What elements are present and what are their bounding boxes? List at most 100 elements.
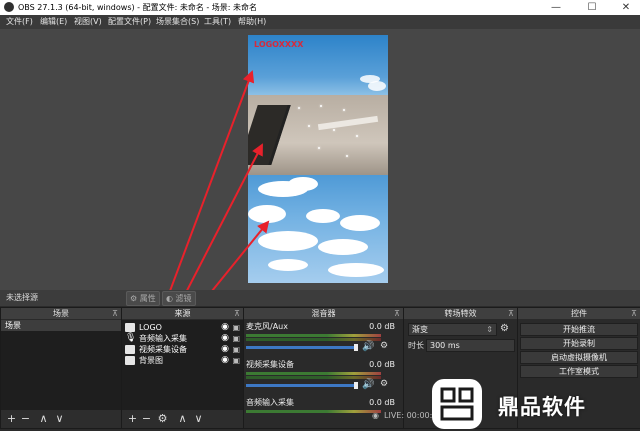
microphone-icon: 🎙	[125, 333, 137, 343]
source-item-background[interactable]: 背景图 ◉ ▣	[124, 355, 241, 366]
mixer-header: 混音器 ⊼	[244, 308, 403, 319]
channel-name: 麦克风/Aux	[246, 322, 288, 331]
title-bar: OBS 27.1.3 (64-bit, windows) - 配置文件: 未命名…	[0, 0, 640, 15]
add-icon[interactable]: +	[5, 411, 18, 426]
channel-name: 视频采集设备	[246, 360, 294, 369]
watermark: 鼎品软件	[432, 379, 640, 429]
image-icon	[125, 323, 135, 332]
gear-icon[interactable]: ⚙	[156, 411, 169, 426]
channel-db: 0.0 dB	[369, 398, 395, 407]
duration-label: 时长	[408, 341, 424, 350]
menu-tools[interactable]: 工具(T)	[204, 16, 231, 28]
watermark-text: 鼎品软件	[498, 395, 586, 419]
menu-scene-collection[interactable]: 场景集合(S)	[156, 16, 199, 28]
start-streaming-button[interactable]: 开始推流	[520, 323, 638, 336]
lock-icon[interactable]: ▣	[232, 333, 240, 344]
gear-icon[interactable]: ⚙	[500, 323, 509, 334]
remove-icon[interactable]: −	[140, 411, 153, 426]
sources-panel: 来源 ⊼ LOGO ◉ ▣ 🎙 音频输入采集 ◉ ▣ 视频采集设备 ◉ ▣ 背景图…	[121, 307, 244, 429]
gear-icon: ⚙	[130, 294, 138, 303]
mixer-channel-mic: 麦克风/Aux 0.0 dB	[244, 322, 403, 332]
mixer-channel-video: 视频采集设备 0.0 dB	[244, 360, 403, 370]
properties-button[interactable]: ⚙ 属性	[126, 291, 160, 306]
minimize-button[interactable]: —	[544, 0, 568, 15]
move-down-icon[interactable]: ∨	[53, 411, 66, 426]
volume-meter	[246, 410, 381, 413]
add-icon[interactable]: +	[126, 411, 139, 426]
close-button[interactable]: ✕	[614, 0, 638, 15]
lock-icon[interactable]: ▣	[232, 322, 240, 333]
move-up-icon[interactable]: ∧	[176, 411, 189, 426]
dock-pin-icon[interactable]: ⊼	[394, 308, 400, 319]
remove-icon[interactable]: −	[19, 411, 32, 426]
channel-db: 0.0 dB	[369, 322, 395, 331]
volume-slider-knob[interactable]	[354, 344, 358, 351]
gear-icon[interactable]: ⚙	[380, 379, 388, 389]
transition-select[interactable]: 渐变 ⇕	[408, 323, 497, 336]
visibility-eye-icon[interactable]: ◉	[221, 322, 229, 333]
menu-view[interactable]: 视图(V)	[74, 16, 102, 28]
controls-header: 控件 ⊼	[518, 308, 640, 319]
scenes-list[interactable]: 场景	[1, 320, 121, 410]
source-item-video-capture[interactable]: 视频采集设备 ◉ ▣	[124, 344, 241, 355]
volume-slider[interactable]	[246, 384, 356, 387]
transitions-header: 转场特效 ⊼	[404, 308, 517, 319]
arrow-video-capture	[186, 143, 263, 290]
source-item-audio-input[interactable]: 🎙 音频输入采集 ◉ ▣	[124, 333, 241, 344]
move-down-icon[interactable]: ∨	[192, 411, 205, 426]
preview-area[interactable]: LOGOXXXX	[0, 29, 640, 290]
dock-pin-icon[interactable]: ⊼	[631, 308, 637, 319]
start-recording-button[interactable]: 开始录制	[520, 337, 638, 350]
move-up-icon[interactable]: ∧	[37, 411, 50, 426]
volume-slider[interactable]	[246, 346, 356, 349]
visibility-eye-icon[interactable]: ◉	[221, 344, 229, 355]
menu-profile[interactable]: 配置文件(P)	[108, 16, 151, 28]
menu-file[interactable]: 文件(F)	[6, 16, 33, 28]
gear-icon[interactable]: ⚙	[380, 341, 388, 351]
source-item-logo[interactable]: LOGO ◉ ▣	[124, 322, 241, 333]
window-title: OBS 27.1.3 (64-bit, windows) - 配置文件: 未命名…	[18, 3, 258, 12]
dock-pin-icon[interactable]: ⊼	[112, 308, 118, 319]
scene-item[interactable]: 场景	[1, 320, 121, 331]
scenes-toolbar: + − ∧ ∨	[1, 410, 121, 428]
speaker-icon[interactable]: 🔊	[362, 379, 374, 390]
sources-header: 来源 ⊼	[122, 308, 243, 319]
maximize-button[interactable]: ☐	[580, 0, 604, 15]
filter-icon: ◐	[166, 294, 173, 303]
speaker-icon[interactable]: 🔊	[362, 341, 374, 352]
annotation-arrows	[169, 70, 270, 290]
volume-meter	[246, 334, 381, 337]
volume-slider-knob[interactable]	[354, 382, 358, 389]
channel-name: 音频输入采集	[246, 398, 294, 407]
scenes-header: 场景 ⊼	[1, 308, 121, 319]
menu-edit[interactable]: 编辑(E)	[40, 16, 67, 28]
chevron-updown-icon: ⇕	[486, 325, 493, 334]
menu-help[interactable]: 帮助(H)	[238, 16, 266, 28]
dock-pin-icon[interactable]: ⊼	[234, 308, 240, 319]
filters-button[interactable]: ◐ 滤镜	[162, 291, 196, 306]
no-source-selected-label: 未选择源	[6, 293, 38, 302]
sources-list[interactable]: LOGO ◉ ▣ 🎙 音频输入采集 ◉ ▣ 视频采集设备 ◉ ▣ 背景图 ◉ ▣	[122, 320, 243, 410]
studio-mode-button[interactable]: 工作室模式	[520, 365, 638, 378]
dock-pin-icon[interactable]: ⊼	[508, 308, 514, 319]
visibility-eye-icon[interactable]: ◉	[221, 355, 229, 366]
arrow-background	[211, 220, 270, 290]
scenes-panel: 场景 ⊼ 场景 + − ∧ ∨	[0, 307, 122, 429]
sources-toolbar: + − ⚙ ∧ ∨	[122, 410, 243, 428]
lock-icon[interactable]: ▣	[232, 355, 240, 366]
obs-logo-icon	[4, 2, 14, 12]
watermark-logo-icon	[432, 379, 482, 429]
lock-icon[interactable]: ▣	[232, 344, 240, 355]
live-indicator-icon: ◉	[372, 411, 379, 420]
source-toolbar: 未选择源 ⚙ 属性 ◐ 滤镜	[0, 290, 640, 306]
volume-meter	[246, 376, 381, 379]
menu-bar: 文件(F) 编辑(E) 视图(V) 配置文件(P) 场景集合(S) 工具(T) …	[0, 15, 640, 29]
channel-db: 0.0 dB	[369, 360, 395, 369]
image-icon	[125, 356, 135, 365]
start-virtual-camera-button[interactable]: 启动虚拟摄像机	[520, 351, 638, 364]
camera-icon	[125, 345, 135, 354]
volume-meter	[246, 338, 381, 341]
visibility-eye-icon[interactable]: ◉	[221, 333, 229, 344]
duration-field[interactable]: 300 ms	[426, 339, 515, 352]
volume-meter	[246, 372, 381, 375]
